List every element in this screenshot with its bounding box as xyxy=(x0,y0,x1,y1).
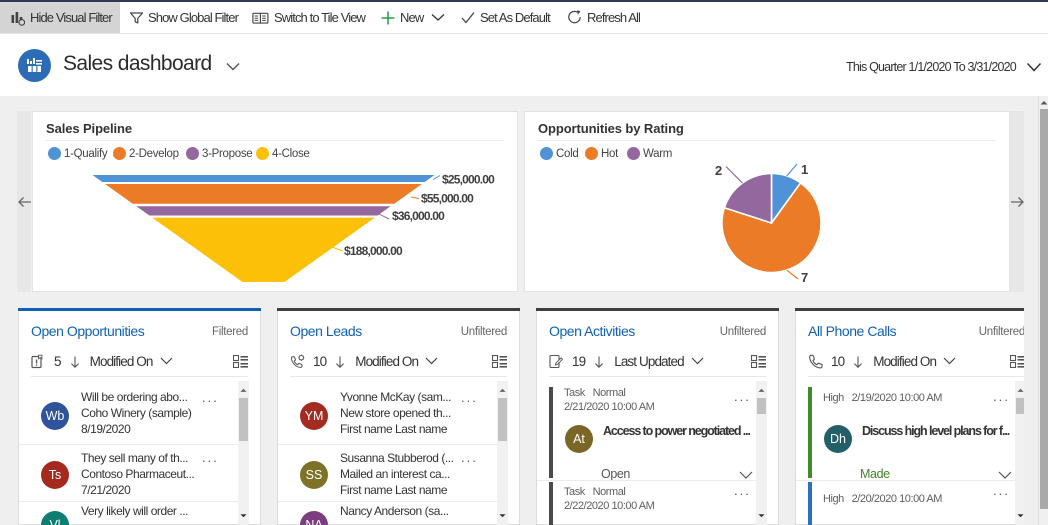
svg-text:2: 2 xyxy=(715,163,722,178)
svg-text:1: 1 xyxy=(801,162,808,177)
svg-text:$55,000.00: $55,000.00 xyxy=(421,192,474,206)
svg-text:$36,000.00: $36,000.00 xyxy=(392,209,445,223)
svg-text:7: 7 xyxy=(801,270,808,285)
svg-text:$188,000.00: $188,000.00 xyxy=(344,244,403,258)
svg-text:$25,000.00: $25,000.00 xyxy=(442,173,495,187)
